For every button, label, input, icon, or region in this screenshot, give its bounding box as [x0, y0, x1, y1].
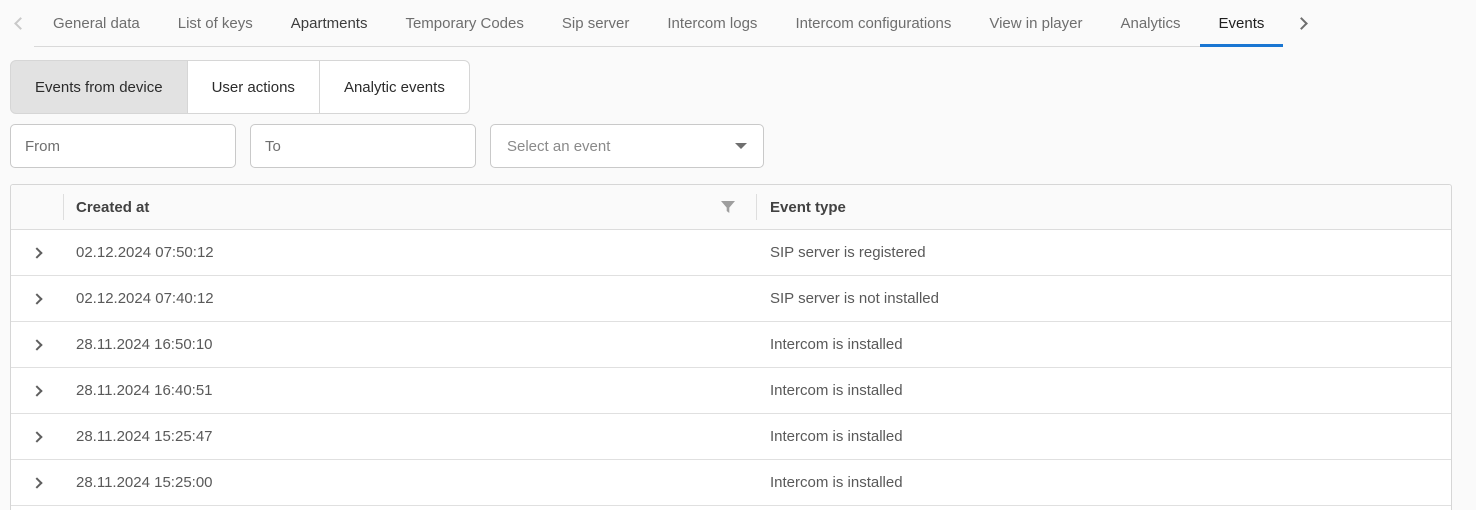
tab-intercom-configurations[interactable]: Intercom configurations — [776, 0, 970, 46]
tab-temporary-codes[interactable]: Temporary Codes — [386, 0, 542, 46]
event-select-placeholder: Select an event — [507, 138, 610, 155]
chevron-right-icon — [31, 385, 42, 396]
row-event-type: Intercom is installed — [770, 382, 903, 399]
tab-analytics[interactable]: Analytics — [1101, 0, 1199, 46]
row-created-at: 02.12.2024 07:40:12 — [76, 290, 214, 307]
row-event-type: Intercom is installed — [770, 474, 903, 491]
table-row-clipped — [11, 506, 1451, 510]
column-header-event-type[interactable]: Event type — [756, 185, 1451, 229]
row-event-type: SIP server is registered — [770, 244, 926, 261]
created-at-header-label: Created at — [76, 199, 149, 216]
chevron-right-icon — [31, 247, 42, 258]
table-row: 28.11.2024 16:50:10 Intercom is installe… — [11, 322, 1451, 368]
chevron-right-icon — [31, 293, 42, 304]
tab-general-data[interactable]: General data — [34, 0, 159, 46]
tabs-scroll-left-button[interactable] — [6, 0, 34, 47]
date-from-input[interactable] — [10, 124, 236, 168]
created-at-filter-button[interactable] — [721, 201, 735, 214]
date-to-input[interactable] — [250, 124, 476, 168]
row-created-at: 28.11.2024 15:25:47 — [76, 428, 213, 445]
table-row: 28.11.2024 15:25:00 Intercom is installe… — [11, 460, 1451, 506]
tab-list: General data List of keys Apartments Tem… — [34, 0, 1283, 47]
table-row: 28.11.2024 15:25:47 Intercom is installe… — [11, 414, 1451, 460]
tabs-scroll-right-button[interactable] — [1287, 0, 1315, 47]
expand-row-button[interactable] — [27, 427, 47, 447]
chevron-right-icon — [1295, 17, 1308, 30]
table-header-row: Created at Event type — [11, 185, 1451, 230]
chevron-right-icon — [31, 477, 42, 488]
tab-list-of-keys[interactable]: List of keys — [159, 0, 272, 46]
events-table: Created at Event type 02.12.2024 07:50:1… — [10, 184, 1452, 510]
table-row: 28.11.2024 16:40:51 Intercom is installe… — [11, 368, 1451, 414]
tab-events[interactable]: Events — [1200, 0, 1284, 46]
tab-intercom-logs[interactable]: Intercom logs — [648, 0, 776, 46]
chevron-right-icon — [31, 431, 42, 442]
tab-view-in-player[interactable]: View in player — [970, 0, 1101, 46]
row-event-type: Intercom is installed — [770, 336, 903, 353]
expand-row-button[interactable] — [27, 289, 47, 309]
filters-row: Select an event — [10, 124, 1452, 168]
events-from-device-button[interactable]: Events from device — [10, 60, 188, 114]
row-event-type: Intercom is installed — [770, 428, 903, 445]
column-header-created-at[interactable]: Created at — [63, 185, 756, 229]
row-created-at: 28.11.2024 16:40:51 — [76, 382, 213, 399]
row-created-at: 28.11.2024 16:50:10 — [76, 336, 213, 353]
event-type-select[interactable]: Select an event — [490, 124, 764, 168]
row-event-type: SIP server is not installed — [770, 290, 939, 307]
funnel-icon — [721, 201, 735, 214]
expand-row-button[interactable] — [27, 335, 47, 355]
event-type-header-label: Event type — [770, 199, 846, 216]
chevron-left-icon — [14, 17, 27, 30]
event-view-switcher: Events from device User actions Analytic… — [10, 60, 470, 114]
table-row: 02.12.2024 07:40:12 SIP server is not in… — [11, 276, 1451, 322]
row-created-at: 02.12.2024 07:50:12 — [76, 244, 214, 261]
expand-row-button[interactable] — [27, 473, 47, 493]
table-row: 02.12.2024 07:50:12 SIP server is regist… — [11, 230, 1451, 276]
expand-row-button[interactable] — [27, 243, 47, 263]
triangle-down-icon — [735, 143, 747, 149]
tab-sip-server[interactable]: Sip server — [543, 0, 649, 46]
user-actions-button[interactable]: User actions — [187, 60, 320, 114]
chevron-right-icon — [31, 339, 42, 350]
tab-bar: General data List of keys Apartments Tem… — [0, 0, 1476, 47]
analytic-events-button[interactable]: Analytic events — [319, 60, 470, 114]
row-created-at: 28.11.2024 15:25:00 — [76, 474, 213, 491]
tab-apartments[interactable]: Apartments — [272, 0, 387, 46]
events-page-content: Events from device User actions Analytic… — [0, 47, 1476, 510]
expand-row-button[interactable] — [27, 381, 47, 401]
